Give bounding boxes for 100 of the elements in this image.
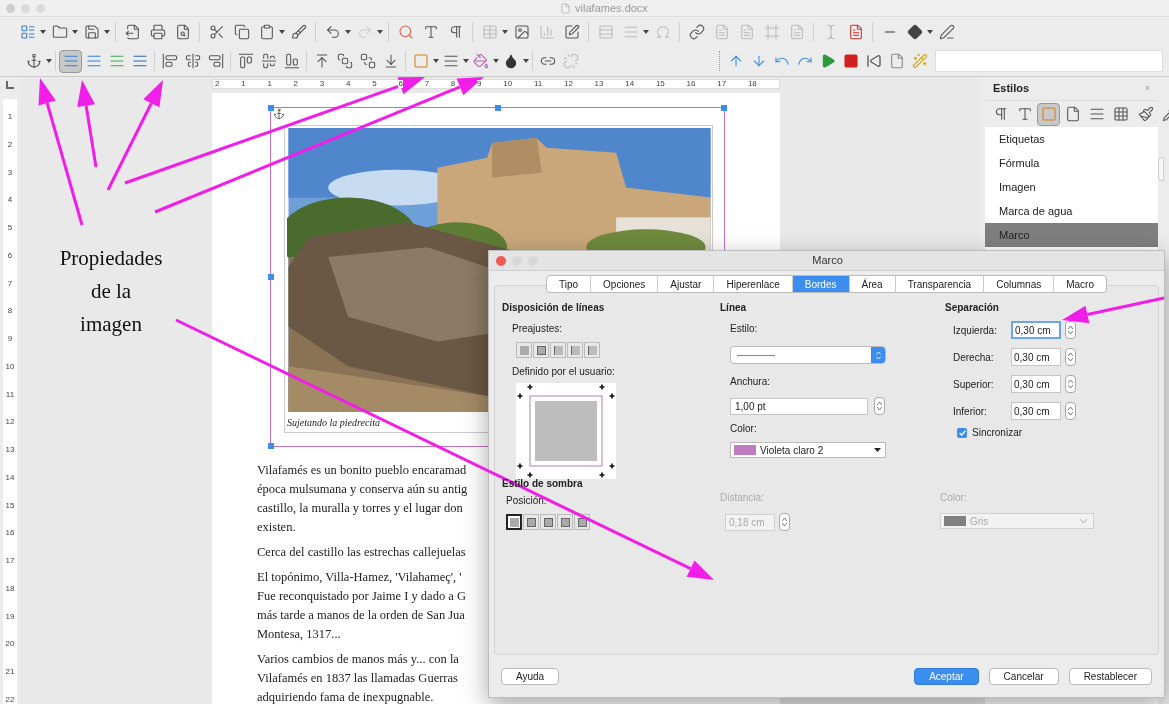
- ruler-number: 19: [5, 612, 15, 621]
- resize-handle[interactable]: [721, 105, 727, 111]
- ruler-number: 9: [7, 335, 13, 343]
- border-preview-drawing[interactable]: [516, 383, 616, 479]
- spin-button[interactable]: [1065, 375, 1076, 393]
- width-field[interactable]: 1,00 pt: [730, 397, 868, 415]
- spacing-field[interactable]: 0,30 cm: [1011, 375, 1061, 393]
- field-label: Color:: [730, 422, 758, 436]
- ruler-number: 9: [477, 80, 482, 88]
- ruler-number: 7: [7, 279, 13, 288]
- field-label: Inferior:: [953, 404, 988, 419]
- caret-icon[interactable]: [642, 29, 649, 34]
- section-heading: Disposición de líneas: [502, 301, 606, 315]
- ruler-number: 10: [5, 362, 15, 371]
- caret-icon[interactable]: [103, 29, 110, 34]
- anchor-icon: [273, 108, 285, 120]
- tab[interactable]: Hiperenlace: [713, 276, 792, 292]
- style-item[interactable]: Marco: [985, 223, 1158, 247]
- style-item[interactable]: Etiquetas: [985, 127, 1158, 151]
- caret-icon[interactable]: [278, 29, 285, 34]
- field-label: Posición:: [506, 494, 548, 508]
- resize-handle[interactable]: [268, 105, 274, 111]
- caret-icon[interactable]: [39, 29, 46, 34]
- ruler-number: 16: [5, 529, 15, 538]
- field-label: Color:: [940, 491, 968, 505]
- field-label: Estilo:: [730, 322, 759, 336]
- ruler-number: 15: [5, 501, 15, 510]
- ruler-number: 4: [346, 80, 351, 88]
- field-label: Izquierda:: [953, 323, 998, 338]
- style-item[interactable]: Marca de agua: [985, 199, 1158, 223]
- checkbox[interactable]: [957, 427, 967, 438]
- ruler-number: 12: [563, 80, 573, 88]
- spin-button[interactable]: [779, 513, 790, 531]
- caret-icon[interactable]: [45, 59, 52, 63]
- dialog-button[interactable]: Cancelar: [988, 667, 1059, 685]
- tab[interactable]: Área: [848, 276, 895, 292]
- spin-button[interactable]: [1065, 402, 1076, 420]
- caret-icon[interactable]: [522, 59, 529, 63]
- frame-styles-icon[interactable]: [1037, 102, 1060, 126]
- stepper-icon: [1068, 406, 1073, 416]
- tab-stop-icon[interactable]: [6, 81, 14, 89]
- resize-handle[interactable]: [268, 443, 274, 449]
- caret-icon[interactable]: [926, 29, 933, 34]
- caret-icon[interactable]: [432, 59, 439, 63]
- field-label: Preajustes:: [512, 322, 564, 336]
- dialog-button[interactable]: Ayuda: [501, 667, 560, 685]
- ruler-number: 3: [319, 80, 325, 88]
- stepper-icon: [877, 401, 882, 411]
- style-item[interactable]: Fórmula: [985, 151, 1158, 175]
- caret-icon: [1080, 519, 1087, 523]
- spin-button[interactable]: [1065, 348, 1076, 366]
- ruler-number: 20: [5, 640, 15, 649]
- caret-icon[interactable]: [344, 29, 351, 34]
- stepper-icon: [1068, 352, 1073, 362]
- tab[interactable]: Ajustar: [657, 276, 714, 292]
- caret-icon: [874, 448, 881, 452]
- spacing-field[interactable]: 0,30 cm: [1011, 348, 1061, 366]
- ruler-number: 1: [7, 113, 13, 121]
- ruler-number: 8: [7, 307, 13, 316]
- wrap-icon[interactable]: [59, 49, 82, 73]
- color-dropdown[interactable]: Violeta claro 2: [730, 442, 886, 458]
- ruler-number: 13: [594, 80, 604, 88]
- ruler-number: 12: [5, 418, 15, 427]
- section-heading: Línea: [720, 301, 748, 315]
- ruler-number: 18: [747, 80, 757, 88]
- paragraph: Varios cambios de manos más y... con la Vilafamés en 1837 las llamadas Guerras adquiriendo fama de inexpugnable.: [257, 651, 459, 704]
- ruler-number: 21: [5, 668, 15, 676]
- line-style-select[interactable]: [730, 346, 886, 364]
- caret-icon[interactable]: [376, 29, 383, 34]
- tab[interactable]: Macro: [1053, 276, 1106, 292]
- tab[interactable]: Opciones: [590, 276, 658, 292]
- resize-handle[interactable]: [495, 105, 501, 111]
- ruler-number: 18: [5, 584, 15, 593]
- caret-icon[interactable]: [71, 29, 78, 34]
- caret-icon[interactable]: [501, 29, 508, 34]
- resize-handle[interactable]: [268, 274, 274, 280]
- paragraph: El topónimo, Villa-Hamez, 'Vilahameç', ' Fue reconquistado por Jaime I y dado a G más tarde a manos de la orden de San Jua Montesa, 1317...: [257, 569, 466, 643]
- spacing-field[interactable]: 0,30 cm: [1011, 321, 1061, 339]
- search-field[interactable]: [935, 50, 1163, 72]
- spin-button[interactable]: [1065, 321, 1076, 339]
- caret-icon[interactable]: [462, 59, 469, 63]
- spin-button[interactable]: [874, 397, 885, 415]
- paragraph: Vilafamés es un bonito pueblo encaramad época mulsumana y conserva aún su antig castillo, la muralla y torres y el lugar don existen.: [257, 462, 468, 536]
- paragraph: Cerca del castillo las estrechas callejuelas: [257, 544, 466, 561]
- image-caption: Sujetando la piedrecita: [287, 416, 380, 430]
- spacing-field[interactable]: 0,30 cm: [1011, 402, 1061, 420]
- ruler-number: 6: [398, 80, 403, 88]
- ruler-number: 2: [293, 80, 299, 88]
- ruler-number: 3: [7, 168, 13, 177]
- ruler-number: 14: [5, 473, 15, 482]
- caret-icon[interactable]: [492, 59, 499, 63]
- field-label: Superior:: [953, 377, 995, 392]
- stepper-icon: [875, 350, 881, 360]
- ruler-number: 6: [7, 251, 13, 260]
- style-item[interactable]: Imagen: [985, 175, 1158, 199]
- tab[interactable]: Tipo: [546, 276, 591, 292]
- dialog-button[interactable]: Restablecer: [1068, 667, 1152, 685]
- tab[interactable]: Transparencia: [894, 276, 984, 292]
- stepper-icon: [1068, 325, 1073, 335]
- tab[interactable]: Columnas: [983, 276, 1054, 292]
